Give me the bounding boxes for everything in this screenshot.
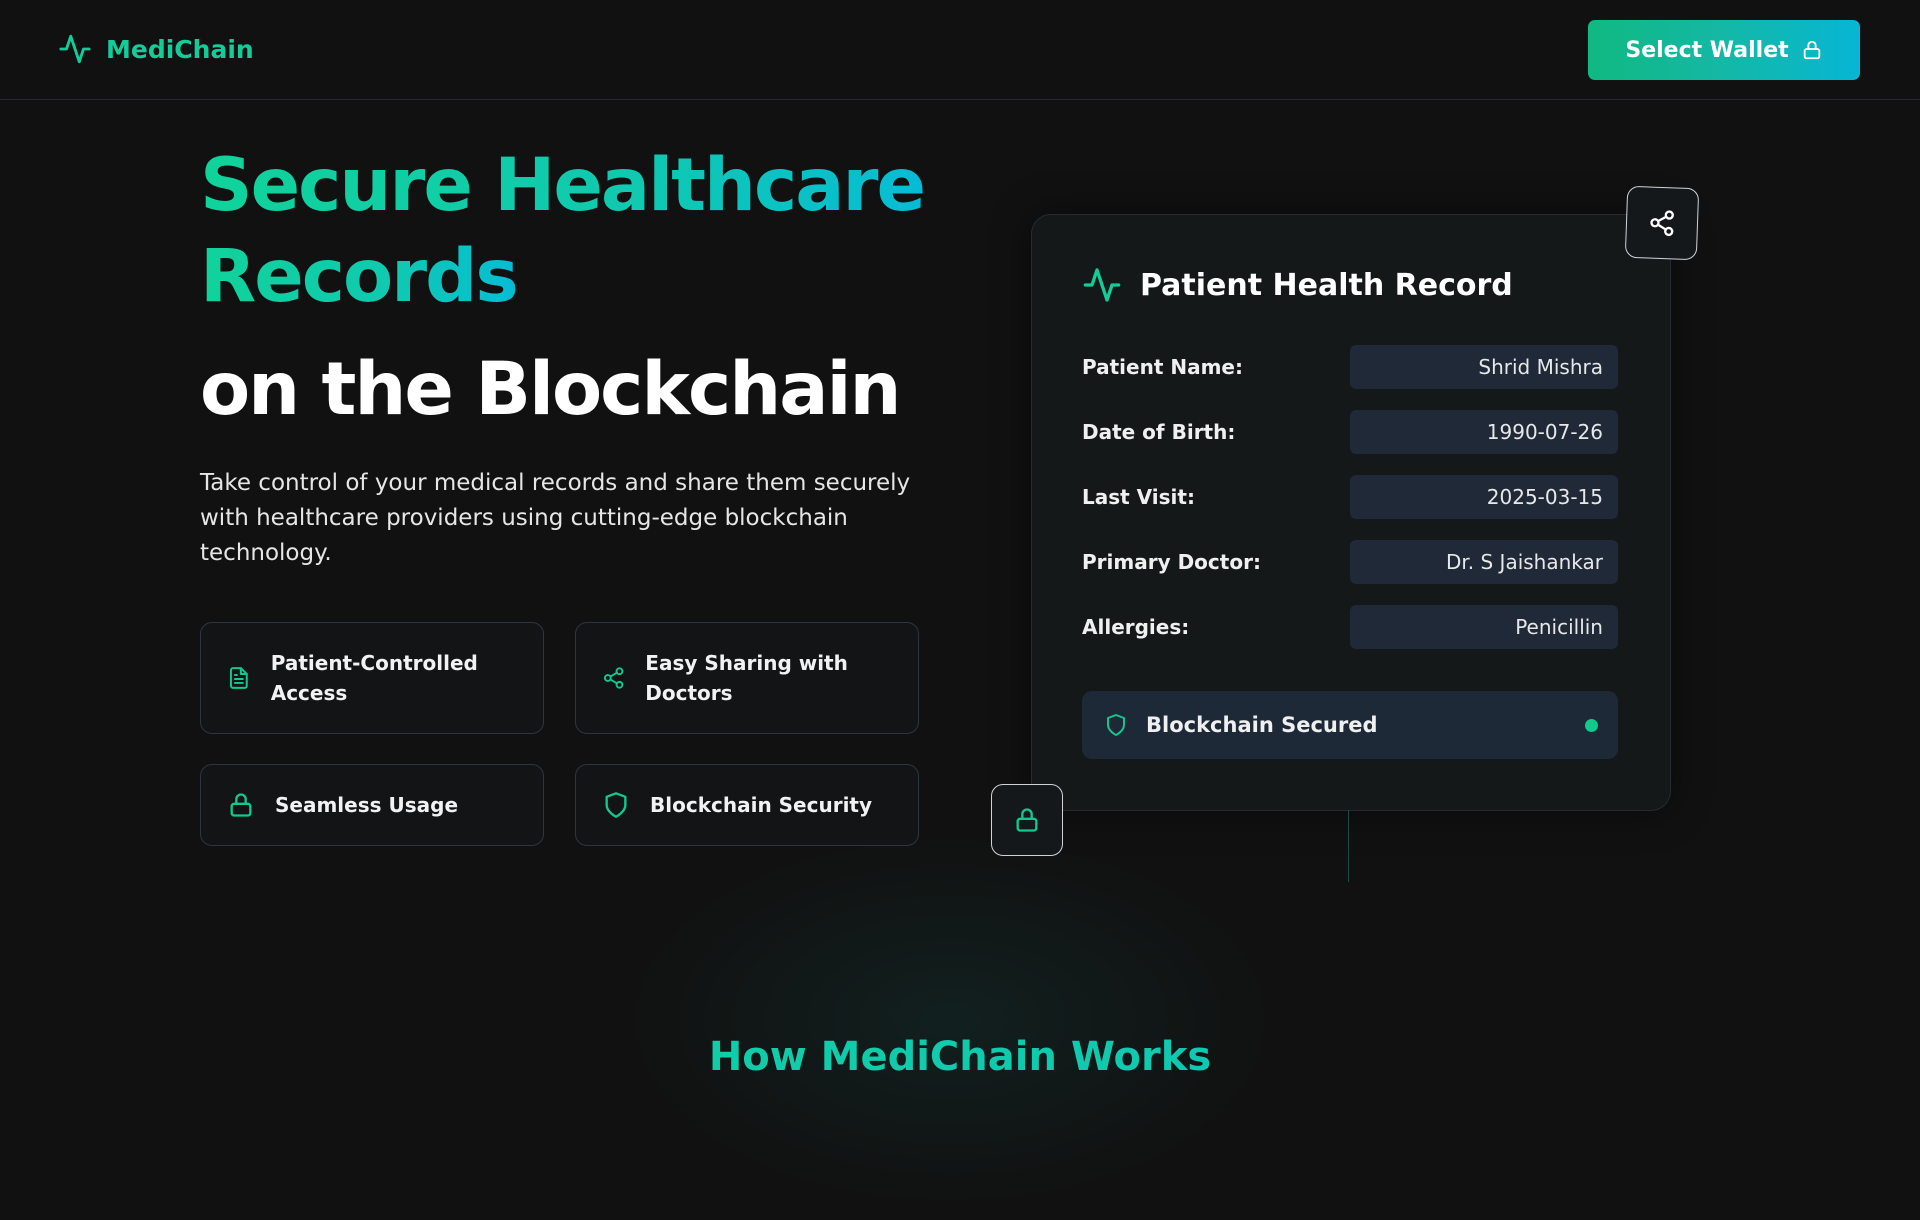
hero-title-line-2: Records: [200, 234, 519, 319]
feature-label: Seamless Usage: [275, 793, 459, 817]
blockchain-secured-label: Blockchain Secured: [1146, 713, 1378, 737]
feature-label: Blockchain Security: [650, 793, 873, 817]
share-icon: [1650, 210, 1674, 237]
card-header: Patient Health Record: [1082, 265, 1513, 305]
allergies-field: Penicillin: [1350, 605, 1618, 649]
feature-patient-controlled-access[interactable]: Patient-Controlled Access: [200, 622, 544, 734]
feature-blockchain-security[interactable]: Blockchain Security: [575, 764, 919, 846]
hero-subtitle: on the Blockchain: [200, 347, 901, 432]
lock-float-button[interactable]: [991, 784, 1063, 856]
select-wallet-button[interactable]: Select Wallet: [1588, 20, 1860, 80]
brand-name: MediChain: [106, 34, 254, 64]
top-navbar: MediChain Select Wallet: [0, 0, 1920, 100]
brand-logo[interactable]: MediChain: [58, 32, 254, 66]
feature-seamless-usage[interactable]: Seamless Usage: [200, 764, 544, 846]
hero-title: Secure Healthcare Records: [200, 140, 960, 322]
document-icon: [229, 667, 248, 689]
pulse-icon: [59, 34, 91, 64]
patient-name-field: Shrid Mishra: [1350, 345, 1618, 389]
primary-doctor-label: Primary Doctor:: [1082, 550, 1261, 574]
pulse-icon: [1083, 268, 1121, 302]
lock-icon: [230, 793, 252, 817]
allergies-label: Allergies:: [1082, 615, 1190, 639]
feature-label: Easy Sharing with Doctors: [645, 651, 848, 705]
lock-icon: [1016, 808, 1038, 832]
background-glow: [600, 820, 1300, 1220]
share-icon: [603, 667, 624, 689]
share-float-button[interactable]: [1624, 185, 1700, 261]
feature-label: Patient-Controlled Access: [270, 651, 478, 705]
feature-easy-sharing[interactable]: Easy Sharing with Doctors: [575, 622, 919, 734]
how-it-works-title: How MediChain Works: [0, 1030, 1920, 1084]
shield-icon: [1107, 714, 1125, 736]
card-title: Patient Health Record: [1140, 267, 1513, 303]
select-wallet-label: Select Wallet: [1625, 37, 1789, 63]
lock-icon: [1803, 40, 1820, 60]
last-visit-label: Last Visit:: [1082, 485, 1195, 509]
dob-field: 1990-07-26: [1350, 410, 1618, 454]
connector-line: [1348, 810, 1349, 882]
patient-name-label: Patient Name:: [1082, 355, 1243, 379]
dob-label: Date of Birth:: [1082, 420, 1236, 444]
last-visit-field: 2025-03-15: [1350, 475, 1618, 519]
hero-description: Take control of your medical records and…: [200, 470, 911, 566]
patient-record-card: Patient Health Record Patient Name: Shri…: [1031, 214, 1671, 811]
blockchain-secured-badge: Blockchain Secured: [1082, 691, 1618, 759]
primary-doctor-field: Dr. S Jaishankar: [1350, 540, 1618, 584]
hero-title-line-1: Secure Healthcare: [200, 143, 926, 228]
shield-icon: [605, 792, 627, 818]
status-indicator-dot: [1585, 719, 1598, 732]
